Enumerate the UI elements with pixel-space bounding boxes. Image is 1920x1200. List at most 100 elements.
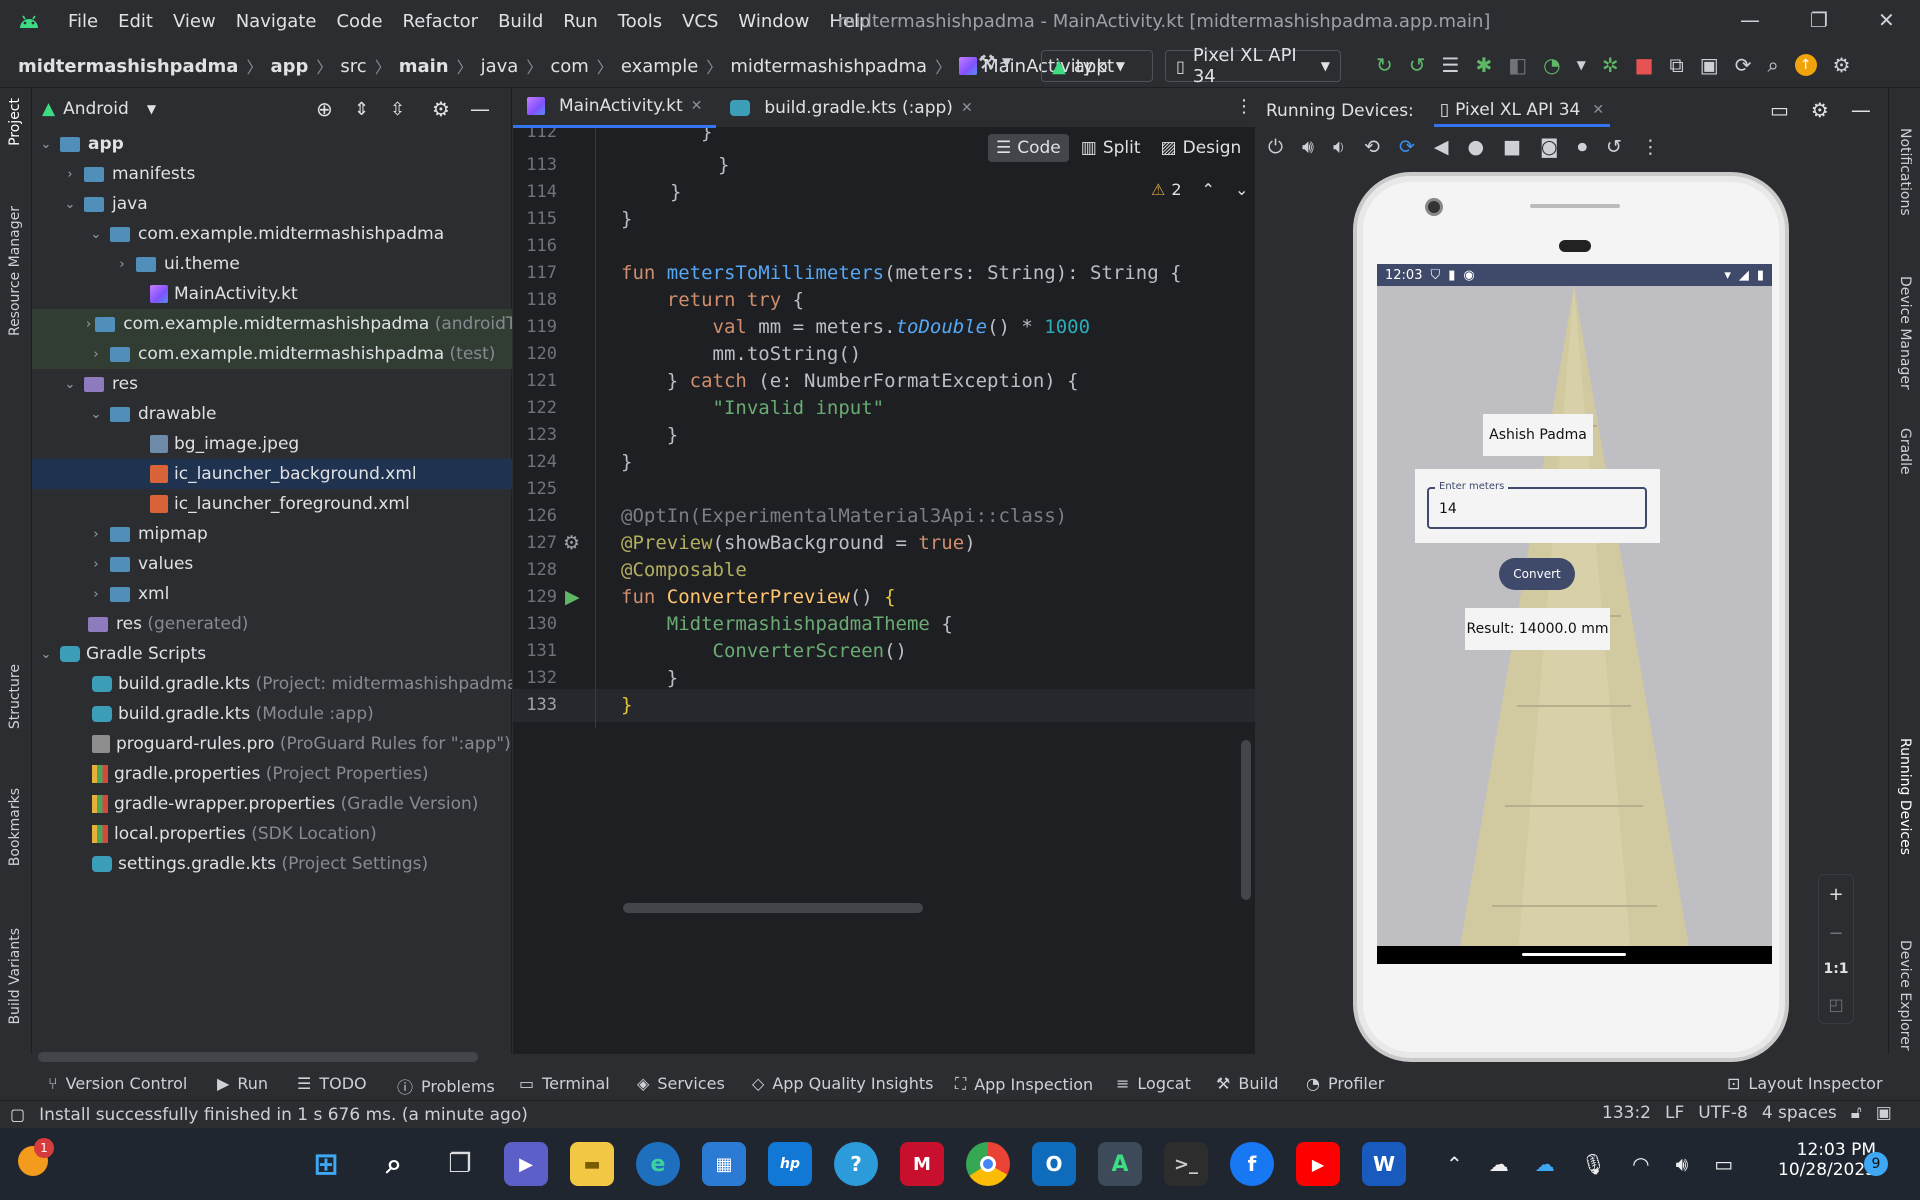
menu-window[interactable]: Window (738, 11, 809, 32)
back-icon[interactable]: ◀ (1434, 136, 1449, 158)
android-studio-icon[interactable]: A (1098, 1142, 1142, 1186)
menu-view[interactable]: View (173, 11, 216, 32)
tree-item-values[interactable]: › values (32, 549, 512, 579)
tree-item-res[interactable]: ⌄ res (32, 369, 512, 399)
clock[interactable]: 12:03 PM 10/28/2023 (1756, 1140, 1876, 1180)
attach-debugger-icon[interactable]: ◧ (1508, 53, 1527, 77)
device-tab[interactable]: ▯ Pixel XL API 34 ✕ (1433, 96, 1611, 127)
help-icon[interactable]: ? (834, 1142, 878, 1186)
word-icon[interactable]: W (1362, 1142, 1406, 1186)
caret-position[interactable]: 133:2 (1602, 1103, 1651, 1123)
device-mirror-icon[interactable]: ▣ (1700, 53, 1719, 77)
line-separator[interactable]: LF (1665, 1103, 1684, 1123)
tree-item-java[interactable]: ⌄ java (32, 189, 512, 219)
zoom-in-icon[interactable]: + (1828, 884, 1843, 905)
tree-item-ic-launcher-foreground[interactable]: ic_launcher_foreground.xml (32, 489, 512, 519)
breadcrumb-main[interactable]: main (399, 56, 449, 77)
tree-item-app[interactable]: ⌄ app (32, 129, 512, 159)
tree-item-manifests[interactable]: › manifests (32, 159, 512, 189)
microphone-icon[interactable]: 🎙︎ (1581, 1152, 1606, 1176)
tree-item-gradle-wrapper[interactable]: gradle-wrapper.properties (Gradle Versio… (32, 789, 512, 819)
chevron-down-icon[interactable]: ▼ (1577, 58, 1586, 72)
menu-refactor[interactable]: Refactor (403, 11, 479, 32)
screen-record-icon[interactable]: ⏺ (1577, 136, 1587, 158)
tool-device-explorer[interactable]: Device Explorer (1897, 940, 1913, 1051)
expand-all-icon[interactable]: ⇕ (354, 99, 369, 120)
sync-gradle-icon[interactable]: ⟳ (1735, 53, 1752, 77)
rerun-icon[interactable]: ↻ (1376, 53, 1393, 77)
terminal-icon[interactable]: >_ (1164, 1142, 1208, 1186)
fit-screen-icon[interactable]: ◰ (1828, 995, 1843, 1014)
lock-icon[interactable]: 🔓︎ (1851, 1103, 1862, 1123)
myhp-icon[interactable]: hp (768, 1142, 812, 1186)
tool-bookmarks[interactable]: Bookmarks (7, 788, 23, 866)
home-gesture-handle[interactable] (1522, 953, 1626, 956)
tool-build-variants[interactable]: Build Variants (7, 928, 23, 1025)
edge-icon[interactable]: e (636, 1142, 680, 1186)
breadcrumb-com[interactable]: com (550, 56, 588, 77)
breadcrumb-example[interactable]: example (621, 56, 698, 77)
more-tabs-icon[interactable]: ⋮ (1235, 96, 1253, 117)
breadcrumb-package[interactable]: midtermashishpadma (730, 56, 927, 77)
overview-icon[interactable]: ■ (1503, 136, 1521, 158)
device-screen[interactable]: 12:03 ⛉ ▮ ◉ ▾ ◢ ▮ Ashish Padma Enter met… (1377, 264, 1772, 964)
menu-navigate[interactable]: Navigate (236, 11, 317, 32)
tree-item-mipmap[interactable]: › mipmap (32, 519, 512, 549)
start-icon[interactable]: ⊞ (304, 1142, 348, 1186)
settings-gear-icon[interactable]: ⚙ (1833, 53, 1851, 77)
breadcrumb-java[interactable]: java (481, 56, 519, 77)
tree-item-settings-gradle[interactable]: settings.gradle.kts (Project Settings) (32, 849, 512, 879)
debug-icon[interactable]: ✱ (1475, 53, 1492, 77)
volume-up-icon[interactable]: 🔊︎ (1302, 136, 1314, 158)
close-tab-icon[interactable]: ✕ (691, 98, 703, 114)
mcafee-icon[interactable]: M (900, 1142, 944, 1186)
onedrive-icon[interactable]: ☁ (1535, 1152, 1555, 1176)
tree-item-ic-launcher-background[interactable]: ic_launcher_background.xml (32, 459, 512, 489)
tool-run[interactable]: ▶ Run (217, 1074, 268, 1093)
tree-item-proguard[interactable]: proguard-rules.pro (ProGuard Rules for "… (32, 729, 512, 759)
chrome-icon[interactable] (966, 1142, 1010, 1186)
menu-run[interactable]: Run (563, 11, 598, 32)
zoom-actual-size[interactable]: 1:1 (1823, 961, 1848, 977)
horizontal-scrollbar[interactable] (38, 1052, 478, 1062)
restore-button[interactable]: ❐ (1810, 8, 1828, 32)
tool-running-devices[interactable]: Running Devices (1897, 738, 1913, 855)
tree-item-package-test[interactable]: › com.example.midtermashishpadma (test) (32, 339, 512, 369)
tab-mainactivity[interactable]: MainActivity.kt ✕ (513, 87, 717, 128)
close-window-button[interactable]: ✕ (1878, 8, 1895, 32)
more-icon[interactable]: ⋮ (1641, 136, 1660, 158)
gear-icon[interactable]: ⚙ (1811, 98, 1829, 122)
tool-notifications[interactable]: Notifications (1897, 128, 1913, 216)
menu-edit[interactable]: Edit (118, 11, 153, 32)
reset-icon[interactable]: ↺ (1606, 136, 1622, 158)
menu-vcs[interactable]: VCS (682, 11, 718, 32)
file-explorer-icon[interactable]: ▬ (570, 1142, 614, 1186)
horizontal-scrollbar[interactable] (623, 903, 923, 913)
rotate-left-icon[interactable]: ⟲ (1364, 136, 1380, 158)
breadcrumb-project[interactable]: midtermashishpadma (18, 56, 238, 77)
battery-icon[interactable]: ▭ (1714, 1152, 1733, 1176)
notification-count[interactable]: 9 (1864, 1152, 1888, 1176)
hide-icon[interactable]: — (470, 97, 490, 121)
debug-app-icon[interactable]: ✲ (1602, 53, 1619, 77)
tree-item-mainactivity[interactable]: MainActivity.kt (32, 279, 512, 309)
rotate-right-icon[interactable]: ⟳ (1399, 136, 1415, 158)
tree-item-package-androidtest[interactable]: › com.example.midtermashishpadma (android… (32, 309, 512, 339)
stop-icon[interactable]: ■ (1635, 53, 1654, 77)
tree-item-xml[interactable]: › xml (32, 579, 512, 609)
task-view-icon[interactable]: ❐ (438, 1142, 482, 1186)
apply-code-changes-icon[interactable]: ☰ (1442, 53, 1460, 77)
hide-icon[interactable]: — (1851, 98, 1871, 122)
tree-item-gradle-scripts[interactable]: ⌄ Gradle Scripts (32, 639, 512, 669)
volume-down-icon[interactable]: 🔉︎ (1333, 136, 1345, 158)
home-icon[interactable]: ● (1467, 136, 1484, 158)
tool-app-quality-insights[interactable]: ◇ App Quality Insights (752, 1074, 933, 1093)
indent-setting[interactable]: 4 spaces (1762, 1103, 1837, 1123)
zoom-out-icon[interactable]: − (1828, 923, 1843, 944)
close-tab-icon[interactable]: ✕ (1592, 102, 1604, 118)
code-area[interactable]: 112} 113} 114} 115} 116 117 fun metersToM… (513, 128, 1255, 1054)
chevron-down-icon[interactable]: ▼ (147, 102, 156, 116)
show-hidden-icons-icon[interactable]: ⌃ (1446, 1152, 1463, 1176)
tree-item-gradle-properties[interactable]: gradle.properties (Project Properties) (32, 759, 512, 789)
device-manager-icon[interactable]: ⧉ (1670, 53, 1684, 77)
